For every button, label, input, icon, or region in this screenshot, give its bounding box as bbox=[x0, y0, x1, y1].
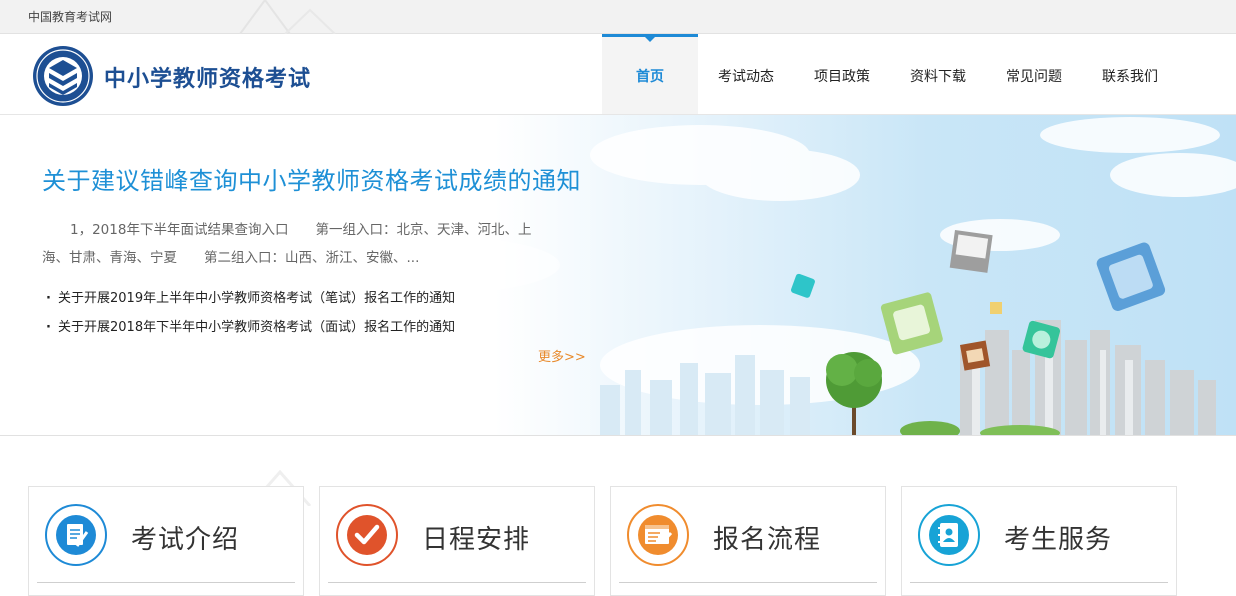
bullet: · bbox=[46, 291, 51, 306]
nav-item-label: 项目政策 bbox=[814, 69, 870, 85]
site-title[interactable]: 中小学教师资格考试 bbox=[104, 61, 311, 93]
contact-book-icon bbox=[918, 504, 980, 566]
news-title: 关于开展2019年上半年中小学教师资格考试（笔试）报名工作的通知 bbox=[58, 291, 456, 306]
card-label: 报名流程 bbox=[713, 525, 822, 555]
divider bbox=[910, 582, 1168, 583]
form-edit-icon bbox=[627, 504, 689, 566]
banner-summary: 1，2018年下半年面试结果查询入口 第一组入口：北京、天津、河北、上 海、甘肃… bbox=[42, 216, 554, 272]
bullet: · bbox=[46, 320, 51, 335]
banner-headline-link[interactable]: 关于建议错峰查询中小学教师资格考试成绩的通知 bbox=[42, 161, 581, 196]
news-list: · 关于开展2019年上半年中小学教师资格考试（笔试）报名工作的通知 · 关于开展2… bbox=[46, 287, 455, 345]
card-candidate-services[interactable]: 考生服务 bbox=[901, 486, 1177, 596]
checkmark-icon bbox=[336, 504, 398, 566]
exam-center-seal-icon[interactable] bbox=[32, 45, 94, 107]
nav-item-exam-news[interactable]: 考试动态 bbox=[698, 34, 794, 114]
divider bbox=[328, 582, 586, 583]
card-label: 考试介绍 bbox=[131, 525, 240, 555]
nav-item-downloads[interactable]: 资料下载 bbox=[890, 34, 986, 114]
nav-item-label: 常见问题 bbox=[1006, 69, 1062, 85]
divider bbox=[619, 582, 877, 583]
top-bar: 中国教育考试网 bbox=[0, 0, 1236, 34]
news-item[interactable]: · 关于开展2019年上半年中小学教师资格考试（笔试）报名工作的通知 bbox=[46, 287, 455, 316]
nav-item-label: 资料下载 bbox=[910, 69, 966, 85]
card-registration-process[interactable]: 报名流程 bbox=[610, 486, 886, 596]
card-schedule[interactable]: 日程安排 bbox=[319, 486, 595, 596]
hero-banner: 关于建议错峰查询中小学教师资格考试成绩的通知 1，2018年下半年面试结果查询入… bbox=[0, 115, 1236, 436]
summary-line-1: 1，2018年下半年面试结果查询入口 第一组入口：北京、天津、河北、上 bbox=[70, 222, 532, 238]
active-caret-icon bbox=[645, 37, 655, 42]
card-exam-intro[interactable]: 考试介绍 bbox=[28, 486, 304, 596]
news-title: 关于开展2018年下半年中小学教师资格考试（面试）报名工作的通知 bbox=[58, 320, 456, 335]
divider bbox=[37, 582, 295, 583]
nav-item-policy[interactable]: 项目政策 bbox=[794, 34, 890, 114]
document-edit-icon bbox=[45, 504, 107, 566]
card-label: 考生服务 bbox=[1004, 525, 1113, 555]
site-header: 中小学教师资格考试 首页 考试动态 项目政策 资料下载 常见问题 联系我们 bbox=[0, 34, 1236, 115]
nav-item-label: 首页 bbox=[636, 69, 664, 85]
china-exam-network-link[interactable]: 中国教育考试网 bbox=[28, 8, 112, 25]
more-link[interactable]: 更多>> bbox=[538, 346, 586, 365]
background-decoration bbox=[239, 0, 336, 34]
nav-item-label: 联系我们 bbox=[1102, 69, 1158, 85]
news-item[interactable]: · 关于开展2018年下半年中小学教师资格考试（面试）报名工作的通知 bbox=[46, 316, 455, 345]
nav-item-contact[interactable]: 联系我们 bbox=[1082, 34, 1178, 114]
nav-item-faq[interactable]: 常见问题 bbox=[986, 34, 1082, 114]
nav-item-home[interactable]: 首页 bbox=[602, 34, 698, 114]
summary-line-2: 海、甘肃、青海、宁夏 第二组入口：山西、浙江、安徽、... bbox=[42, 250, 420, 266]
nav-item-label: 考试动态 bbox=[718, 69, 774, 85]
card-label: 日程安排 bbox=[422, 525, 531, 555]
